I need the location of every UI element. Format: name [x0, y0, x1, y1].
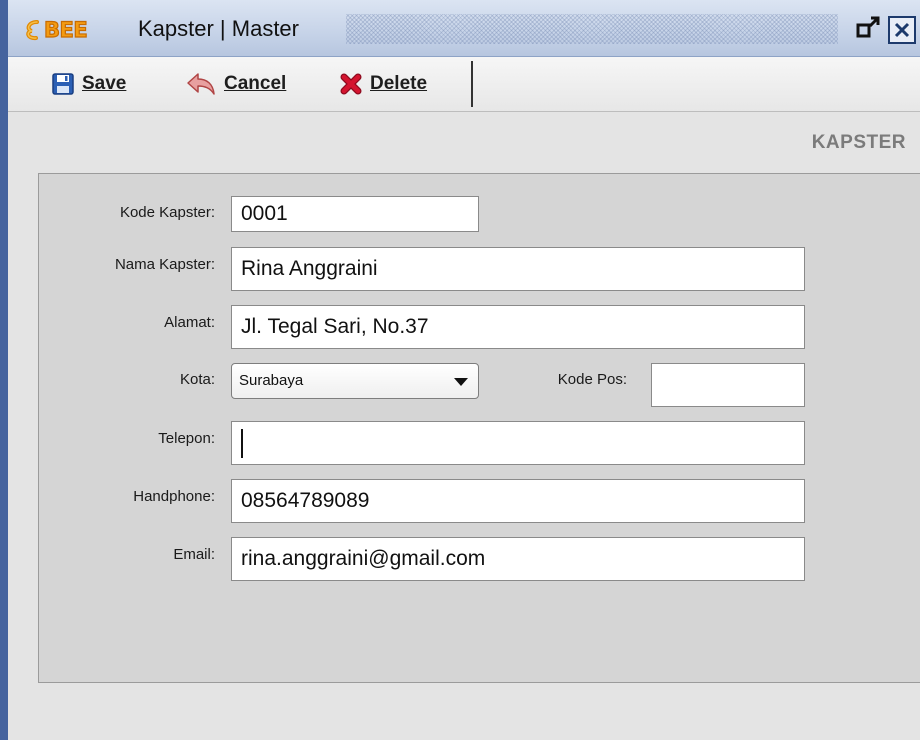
- kode-pos-field[interactable]: [651, 363, 805, 407]
- bee-swirl-icon: [26, 20, 39, 41]
- window-title: Kapster | Master: [138, 16, 299, 41]
- delete-button[interactable]: Delete: [340, 67, 427, 101]
- undo-arrow-icon: [186, 72, 216, 96]
- kota-selected-value: Surabaya: [239, 372, 304, 389]
- alamat-label: Alamat:: [164, 314, 215, 331]
- nama-kapster-field[interactable]: Rina Anggraini: [231, 247, 805, 291]
- handphone-field[interactable]: 08564789089: [231, 479, 805, 523]
- kapster-form-panel: Kode Kapster: 0001 Nama Kapster: Rina An…: [38, 173, 920, 683]
- red-x-icon: [340, 73, 362, 95]
- handphone-label: Handphone:: [133, 488, 215, 505]
- save-button[interactable]: Save: [52, 67, 126, 101]
- cancel-button[interactable]: Cancel: [186, 67, 286, 101]
- text-cursor: [241, 429, 243, 458]
- bee-logo-text: BEE: [43, 17, 88, 42]
- floppy-disk-icon: [52, 73, 74, 95]
- kode-kapster-label: Kode Kapster:: [119, 204, 215, 221]
- telepon-label: Telepon:: [158, 430, 215, 447]
- kota-label: Kota:: [179, 371, 215, 388]
- nama-kapster-label: Nama Kapster:: [114, 256, 215, 273]
- toolbar-separator: [471, 61, 473, 107]
- kode-pos-label: Kode Pos:: [557, 371, 627, 388]
- kapster-master-window: BEE Kapster | Master Save Cancel Delete …: [0, 0, 920, 740]
- section-title: KAPSTER: [811, 132, 906, 153]
- restore-window-button[interactable]: [854, 14, 882, 42]
- restore-window-icon: [856, 16, 880, 38]
- close-window-button[interactable]: [888, 16, 916, 44]
- cancel-button-label: Cancel: [224, 73, 287, 94]
- email-field[interactable]: rina.anggraini@gmail.com: [231, 537, 805, 581]
- delete-button-label: Delete: [370, 73, 428, 94]
- alamat-field[interactable]: Jl. Tegal Sari, No.37: [231, 305, 805, 349]
- action-toolbar: Save Cancel Delete: [8, 57, 920, 112]
- bee-logo: BEE: [24, 16, 140, 44]
- save-button-label: Save: [82, 73, 127, 94]
- email-label: Email:: [173, 546, 215, 563]
- kode-kapster-field[interactable]: 0001: [231, 196, 479, 232]
- telepon-field[interactable]: [231, 421, 805, 465]
- title-bar: BEE Kapster | Master: [8, 0, 920, 57]
- title-bar-drag-area[interactable]: [346, 14, 838, 44]
- close-window-icon: [894, 22, 910, 38]
